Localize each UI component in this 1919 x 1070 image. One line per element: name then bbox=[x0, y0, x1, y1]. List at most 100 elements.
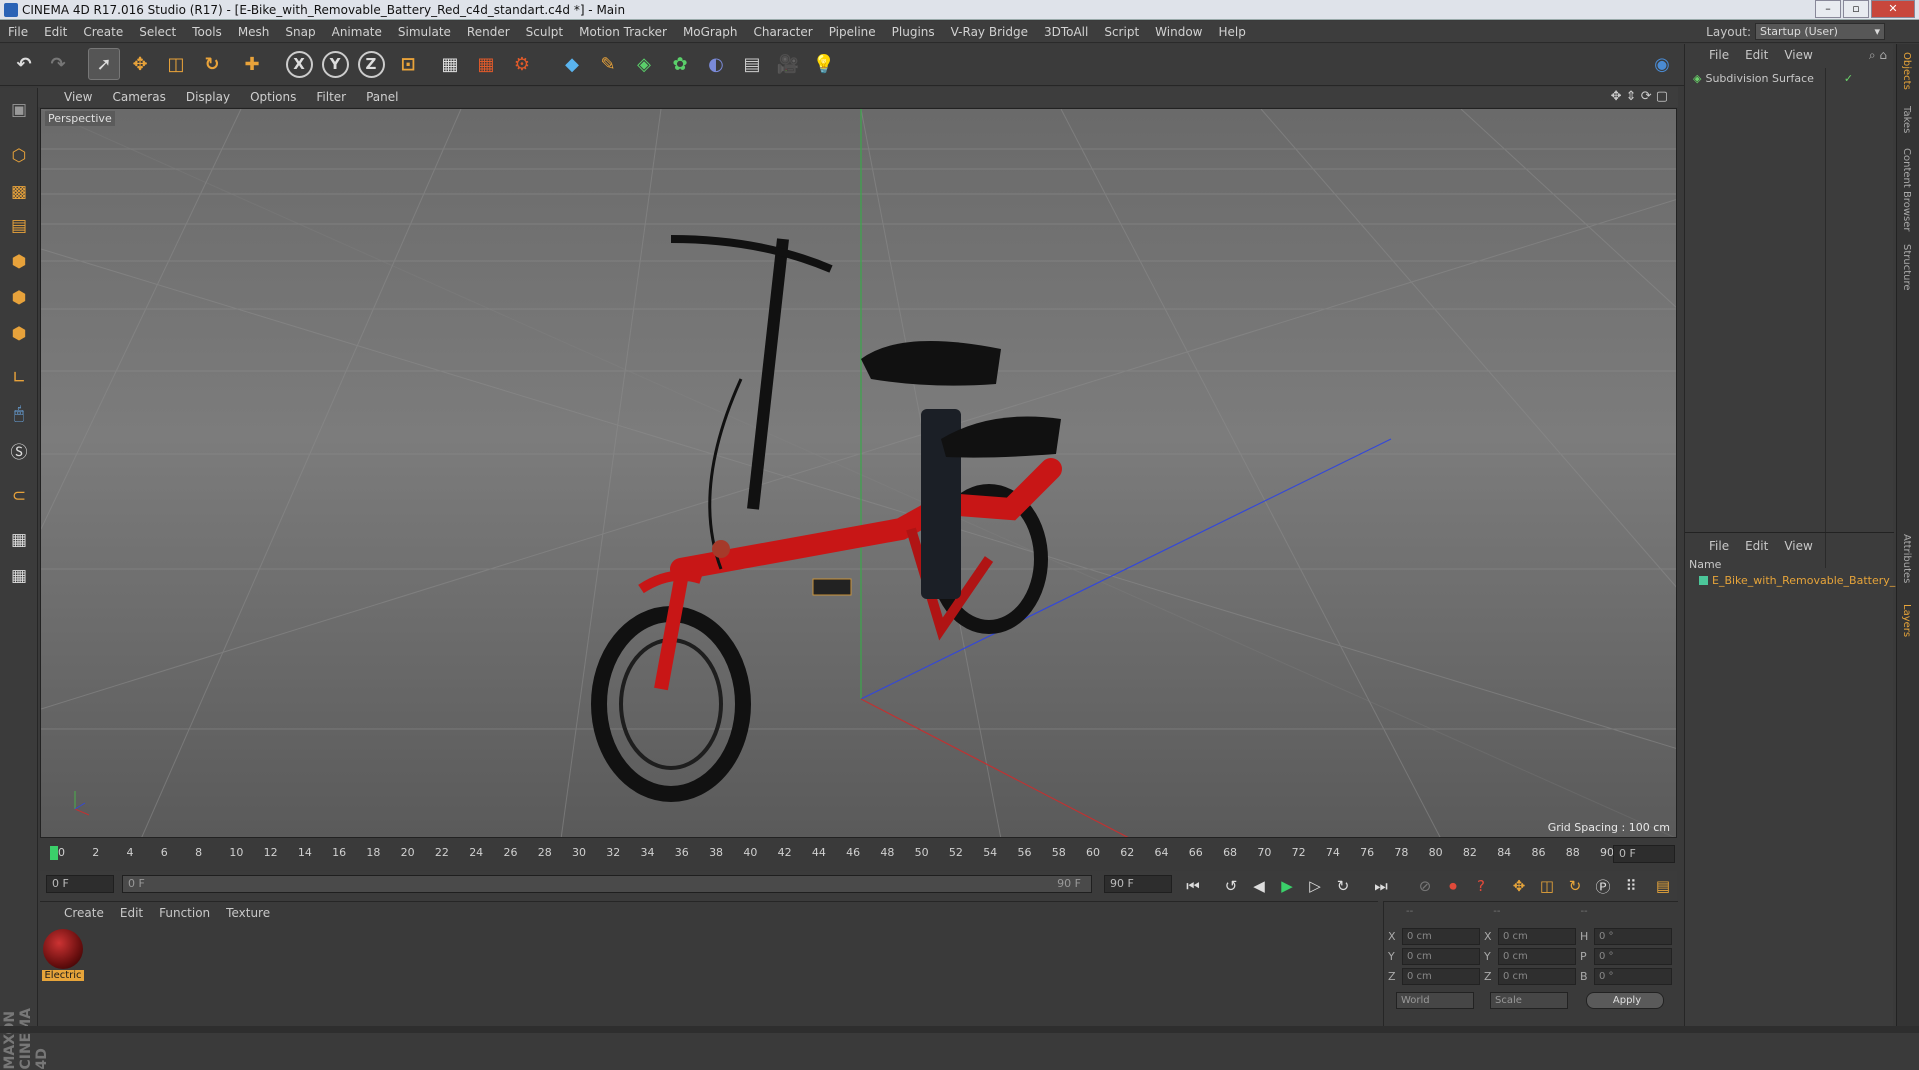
motion-record-icon[interactable]: ⊘ bbox=[1412, 873, 1438, 899]
record-keys-icon[interactable]: ⏺ bbox=[1440, 873, 1466, 899]
timeline-ruler[interactable]: 0 2 4 6 8 10 12 14 16 18 20 22 24 26 28 30 32 34 36 38 40 42 4… bbox=[40, 838, 1677, 868]
tab-content-browser[interactable]: Content Browser bbox=[1901, 148, 1912, 231]
workplane-mode-icon[interactable]: ▤ bbox=[3, 210, 35, 242]
menu-snap[interactable]: Snap bbox=[277, 25, 323, 39]
magnet-icon[interactable]: ⊂ bbox=[3, 480, 35, 512]
material-menu-function[interactable]: Function bbox=[151, 906, 218, 920]
menu-help[interactable]: Help bbox=[1210, 25, 1253, 39]
objects-search-icon[interactable]: ⌕ ⌂ bbox=[1863, 48, 1893, 63]
ebike-model[interactable] bbox=[591, 235, 1062, 802]
coordinate-system-icon[interactable]: ⊡ bbox=[392, 48, 424, 80]
viewport-nav-icons[interactable]: ✥ ⇕ ⟳ ▢ bbox=[1611, 89, 1668, 104]
minimize-button[interactable]: – bbox=[1815, 0, 1841, 18]
texture-mode-icon[interactable]: ▩ bbox=[3, 176, 35, 208]
maximize-button[interactable]: ▫ bbox=[1843, 0, 1869, 18]
select-arrow-icon[interactable]: ➚ bbox=[88, 48, 120, 80]
current-frame-field[interactable]: 0 F bbox=[1613, 845, 1675, 863]
x-axis-lock-button[interactable]: X bbox=[285, 50, 313, 78]
menu-vray-bridge[interactable]: V-Ray Bridge bbox=[943, 25, 1036, 39]
coord-size-mode-select[interactable]: Scale bbox=[1490, 992, 1568, 1009]
points-mode-icon[interactable]: ⬢ bbox=[3, 246, 35, 278]
viewport-menu-panel[interactable]: Panel bbox=[356, 90, 408, 104]
render-view-icon[interactable]: ▦ bbox=[434, 48, 466, 80]
material-menu-texture[interactable]: Texture bbox=[218, 906, 278, 920]
tab-takes[interactable]: Takes bbox=[1901, 106, 1912, 133]
menu-render[interactable]: Render bbox=[459, 25, 518, 39]
menu-pipeline[interactable]: Pipeline bbox=[821, 25, 884, 39]
goto-start-icon[interactable]: ⏮ bbox=[1180, 873, 1206, 899]
menu-tools[interactable]: Tools bbox=[184, 25, 230, 39]
tab-objects[interactable]: Objects bbox=[1901, 52, 1912, 90]
prev-key-icon[interactable]: ↺ bbox=[1218, 873, 1244, 899]
menu-mesh[interactable]: Mesh bbox=[230, 25, 278, 39]
floor-scene-icon[interactable]: ▤ bbox=[736, 48, 768, 80]
planar-workplane-icon[interactable]: ▦ bbox=[3, 560, 35, 592]
object-row-subdivision[interactable]: ◈ Subdivision Surface ✓ bbox=[1693, 72, 1853, 85]
frame-range-slider[interactable]: 0 F 90 F bbox=[122, 875, 1092, 893]
material-swatch[interactable]: Electric bbox=[42, 928, 84, 986]
model-mode-icon[interactable]: ⬡ bbox=[3, 140, 35, 172]
camera-icon[interactable]: 🎥 bbox=[772, 48, 804, 80]
deformer-icon[interactable]: ◐ bbox=[700, 48, 732, 80]
menu-file[interactable]: File bbox=[0, 25, 36, 39]
layers-menu-file[interactable]: File bbox=[1703, 539, 1735, 553]
tab-structure[interactable]: Structure bbox=[1901, 244, 1912, 291]
axis-mode-icon[interactable]: ∟ bbox=[3, 362, 35, 394]
playhead[interactable] bbox=[50, 846, 58, 860]
size-x-field[interactable]: 0 cm bbox=[1498, 928, 1576, 945]
autokey-icon[interactable]: ? bbox=[1468, 873, 1494, 899]
timeline-window-icon[interactable]: ▤ bbox=[1650, 873, 1676, 899]
scale-icon[interactable]: ◫ bbox=[160, 48, 192, 80]
tab-attributes[interactable]: Attributes bbox=[1901, 534, 1912, 583]
size-y-field[interactable]: 0 cm bbox=[1498, 948, 1576, 965]
goto-end-icon[interactable]: ⏭ bbox=[1368, 873, 1394, 899]
menu-motion-tracker[interactable]: Motion Tracker bbox=[571, 25, 675, 39]
subdivision-icon[interactable]: ◈ bbox=[628, 48, 660, 80]
layers-menu-edit[interactable]: Edit bbox=[1739, 539, 1774, 553]
menu-edit[interactable]: Edit bbox=[36, 25, 75, 39]
key-position-icon[interactable]: ✥ bbox=[1506, 873, 1532, 899]
render-picture-viewer-icon[interactable]: ▦ bbox=[470, 48, 502, 80]
layout-select[interactable]: Startup (User) bbox=[1755, 23, 1885, 40]
menu-sculpt[interactable]: Sculpt bbox=[518, 25, 571, 39]
menu-3dtoall[interactable]: 3DToAll bbox=[1036, 25, 1096, 39]
cube-object-icon[interactable]: ◆ bbox=[556, 48, 588, 80]
pos-y-field[interactable]: 0 cm bbox=[1402, 948, 1480, 965]
layer-row[interactable]: E_Bike_with_Removable_Battery_R bbox=[1699, 574, 1903, 587]
mograph-cloner-icon[interactable]: ✿ bbox=[664, 48, 696, 80]
rotate-icon[interactable]: ↻ bbox=[196, 48, 228, 80]
objects-menu-edit[interactable]: Edit bbox=[1739, 48, 1774, 62]
snapping-icon[interactable]: Ⓢ bbox=[3, 434, 35, 466]
key-pla-icon[interactable]: ⠿ bbox=[1618, 873, 1644, 899]
layers-menu-view[interactable]: View bbox=[1778, 539, 1818, 553]
play-icon[interactable]: ▶ bbox=[1274, 873, 1300, 899]
prev-frame-icon[interactable]: ◀ bbox=[1246, 873, 1272, 899]
perspective-viewport[interactable]: Perspective Grid Spacing : 100 cm bbox=[40, 108, 1677, 838]
redo-icon[interactable]: ↷ bbox=[42, 48, 74, 80]
menu-character[interactable]: Character bbox=[745, 25, 820, 39]
menu-select[interactable]: Select bbox=[131, 25, 184, 39]
material-menu-create[interactable]: Create bbox=[56, 906, 112, 920]
start-frame-field[interactable]: 0 F bbox=[46, 875, 114, 893]
light-icon[interactable]: 💡 bbox=[808, 48, 840, 80]
objects-menu-view[interactable]: View bbox=[1778, 48, 1818, 62]
pos-z-field[interactable]: 0 cm bbox=[1402, 968, 1480, 985]
objects-menu-file[interactable]: File bbox=[1703, 48, 1735, 62]
render-settings-icon[interactable]: ⚙ bbox=[506, 48, 538, 80]
rot-h-field[interactable]: 0 ° bbox=[1594, 928, 1672, 945]
viewport-menu-filter[interactable]: Filter bbox=[306, 90, 356, 104]
lock-workplane-icon[interactable]: ▦ bbox=[3, 524, 35, 556]
tab-layers[interactable]: Layers bbox=[1901, 604, 1912, 637]
menu-create[interactable]: Create bbox=[75, 25, 131, 39]
menu-plugins[interactable]: Plugins bbox=[884, 25, 943, 39]
menu-animate[interactable]: Animate bbox=[324, 25, 390, 39]
make-editable-icon[interactable]: ▣ bbox=[3, 94, 35, 126]
size-z-field[interactable]: 0 cm bbox=[1498, 968, 1576, 985]
viewport-menu-view[interactable]: View bbox=[54, 90, 102, 104]
y-axis-lock-button[interactable]: Y bbox=[321, 50, 349, 78]
menu-mograph[interactable]: MoGraph bbox=[675, 25, 746, 39]
rot-p-field[interactable]: 0 ° bbox=[1594, 948, 1672, 965]
polygons-mode-icon[interactable]: ⬢ bbox=[3, 318, 35, 350]
edges-mode-icon[interactable]: ⬢ bbox=[3, 282, 35, 314]
end-frame-field[interactable]: 90 F bbox=[1104, 875, 1172, 893]
